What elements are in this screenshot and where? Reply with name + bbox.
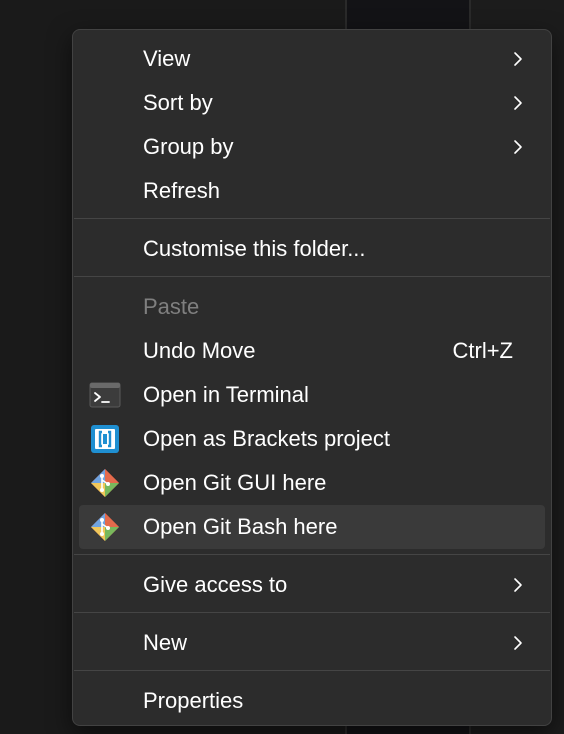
menu-item-label: Paste (143, 294, 200, 319)
menu-separator (74, 612, 550, 613)
menu-item-give-access[interactable]: Give access to (79, 563, 545, 607)
menu-item-paste: Paste (79, 285, 545, 329)
git-bash-icon (91, 513, 119, 541)
menu-item-label: Open Git GUI here (143, 470, 327, 495)
menu-item-view[interactable]: View (79, 37, 545, 81)
menu-separator (74, 670, 550, 671)
chevron-right-icon (514, 578, 522, 592)
menu-item-label: Group by (143, 134, 234, 159)
menu-item-label: Customise this folder... (143, 236, 366, 261)
brackets-icon (91, 425, 119, 453)
menu-item-undo-move[interactable]: Undo Move Ctrl+Z (79, 329, 545, 373)
menu-item-open-git-gui[interactable]: Open Git GUI here (79, 461, 545, 505)
menu-separator (74, 554, 550, 555)
menu-item-label: Properties (143, 688, 244, 713)
menu-item-label: Open Git Bash here (143, 514, 338, 539)
menu-item-shortcut: Ctrl+Z (452, 338, 514, 363)
menu-item-label: Sort by (143, 90, 213, 115)
chevron-right-icon (514, 140, 522, 154)
chevron-right-icon (514, 52, 522, 66)
menu-item-open-git-bash[interactable]: Open Git Bash here (79, 505, 545, 549)
menu-item-label: New (143, 630, 188, 655)
menu-item-open-brackets[interactable]: Open as Brackets project (79, 417, 545, 461)
menu-item-group-by[interactable]: Group by (79, 125, 545, 169)
menu-item-label: View (143, 46, 191, 71)
menu-item-customise-folder[interactable]: Customise this folder... (79, 227, 545, 271)
menu-item-label: Give access to (143, 572, 288, 597)
menu-separator (74, 276, 550, 277)
git-gui-icon (91, 469, 119, 497)
menu-item-label: Refresh (143, 178, 221, 203)
menu-item-label: Undo Move (143, 338, 256, 363)
context-menu: View Sort by Group by Refresh Customise … (72, 29, 552, 726)
menu-separator (74, 218, 550, 219)
menu-item-open-terminal[interactable]: Open in Terminal (79, 373, 545, 417)
menu-item-label: Open as Brackets project (143, 426, 391, 451)
menu-item-new[interactable]: New (79, 621, 545, 665)
menu-item-refresh[interactable]: Refresh (79, 169, 545, 213)
menu-item-label: Open in Terminal (143, 382, 309, 407)
chevron-right-icon (514, 96, 522, 110)
chevron-right-icon (514, 636, 522, 650)
terminal-icon (89, 382, 121, 408)
menu-item-sort-by[interactable]: Sort by (79, 81, 545, 125)
menu-item-properties[interactable]: Properties (79, 679, 545, 723)
